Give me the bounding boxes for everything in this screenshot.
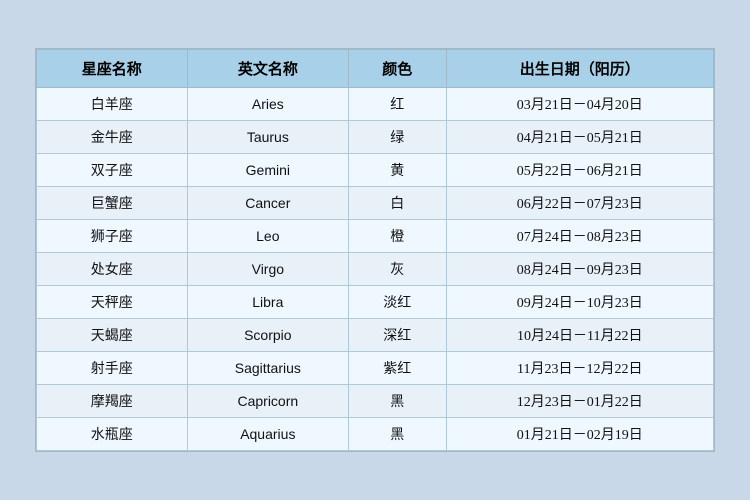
- cell-chinese-name: 天蝎座: [37, 319, 188, 352]
- zodiac-table: 星座名称 英文名称 颜色 出生日期（阳历） 白羊座Aries红03月21日－04…: [36, 49, 714, 451]
- cell-color: 橙: [349, 220, 446, 253]
- table-header-row: 星座名称 英文名称 颜色 出生日期（阳历）: [37, 50, 714, 88]
- cell-dates: 12月23日－01月22日: [446, 385, 713, 418]
- cell-chinese-name: 天秤座: [37, 286, 188, 319]
- cell-color: 淡红: [349, 286, 446, 319]
- cell-chinese-name: 金牛座: [37, 121, 188, 154]
- cell-english-name: Sagittarius: [187, 352, 348, 385]
- table-row: 巨蟹座Cancer白06月22日－07月23日: [37, 187, 714, 220]
- cell-dates: 01月21日－02月19日: [446, 418, 713, 451]
- cell-dates: 11月23日－12月22日: [446, 352, 713, 385]
- header-dates: 出生日期（阳历）: [446, 50, 713, 88]
- cell-english-name: Virgo: [187, 253, 348, 286]
- cell-dates: 07月24日－08月23日: [446, 220, 713, 253]
- table-row: 水瓶座Aquarius黑01月21日－02月19日: [37, 418, 714, 451]
- cell-chinese-name: 巨蟹座: [37, 187, 188, 220]
- header-color: 颜色: [349, 50, 446, 88]
- cell-dates: 03月21日－04月20日: [446, 88, 713, 121]
- cell-dates: 10月24日－11月22日: [446, 319, 713, 352]
- cell-english-name: Libra: [187, 286, 348, 319]
- table-row: 狮子座Leo橙07月24日－08月23日: [37, 220, 714, 253]
- table-row: 射手座Sagittarius紫红11月23日－12月22日: [37, 352, 714, 385]
- cell-color: 黄: [349, 154, 446, 187]
- cell-english-name: Aries: [187, 88, 348, 121]
- cell-english-name: Leo: [187, 220, 348, 253]
- table-row: 天蝎座Scorpio深红10月24日－11月22日: [37, 319, 714, 352]
- table-row: 白羊座Aries红03月21日－04月20日: [37, 88, 714, 121]
- cell-color: 红: [349, 88, 446, 121]
- cell-dates: 04月21日－05月21日: [446, 121, 713, 154]
- cell-chinese-name: 狮子座: [37, 220, 188, 253]
- header-chinese-name: 星座名称: [37, 50, 188, 88]
- cell-english-name: Cancer: [187, 187, 348, 220]
- cell-english-name: Scorpio: [187, 319, 348, 352]
- cell-chinese-name: 白羊座: [37, 88, 188, 121]
- cell-chinese-name: 射手座: [37, 352, 188, 385]
- table-row: 天秤座Libra淡红09月24日－10月23日: [37, 286, 714, 319]
- cell-chinese-name: 摩羯座: [37, 385, 188, 418]
- cell-english-name: Gemini: [187, 154, 348, 187]
- table-row: 摩羯座Capricorn黑12月23日－01月22日: [37, 385, 714, 418]
- cell-color: 黑: [349, 385, 446, 418]
- cell-dates: 06月22日－07月23日: [446, 187, 713, 220]
- cell-chinese-name: 双子座: [37, 154, 188, 187]
- cell-color: 白: [349, 187, 446, 220]
- cell-chinese-name: 处女座: [37, 253, 188, 286]
- cell-dates: 05月22日－06月21日: [446, 154, 713, 187]
- cell-color: 深红: [349, 319, 446, 352]
- cell-english-name: Aquarius: [187, 418, 348, 451]
- table-row: 双子座Gemini黄05月22日－06月21日: [37, 154, 714, 187]
- cell-chinese-name: 水瓶座: [37, 418, 188, 451]
- cell-english-name: Taurus: [187, 121, 348, 154]
- cell-color: 黑: [349, 418, 446, 451]
- cell-color: 绿: [349, 121, 446, 154]
- cell-english-name: Capricorn: [187, 385, 348, 418]
- zodiac-table-container: 星座名称 英文名称 颜色 出生日期（阳历） 白羊座Aries红03月21日－04…: [35, 48, 715, 452]
- table-row: 处女座Virgo灰08月24日－09月23日: [37, 253, 714, 286]
- cell-color: 紫红: [349, 352, 446, 385]
- table-row: 金牛座Taurus绿04月21日－05月21日: [37, 121, 714, 154]
- cell-color: 灰: [349, 253, 446, 286]
- cell-dates: 09月24日－10月23日: [446, 286, 713, 319]
- header-english-name: 英文名称: [187, 50, 348, 88]
- cell-dates: 08月24日－09月23日: [446, 253, 713, 286]
